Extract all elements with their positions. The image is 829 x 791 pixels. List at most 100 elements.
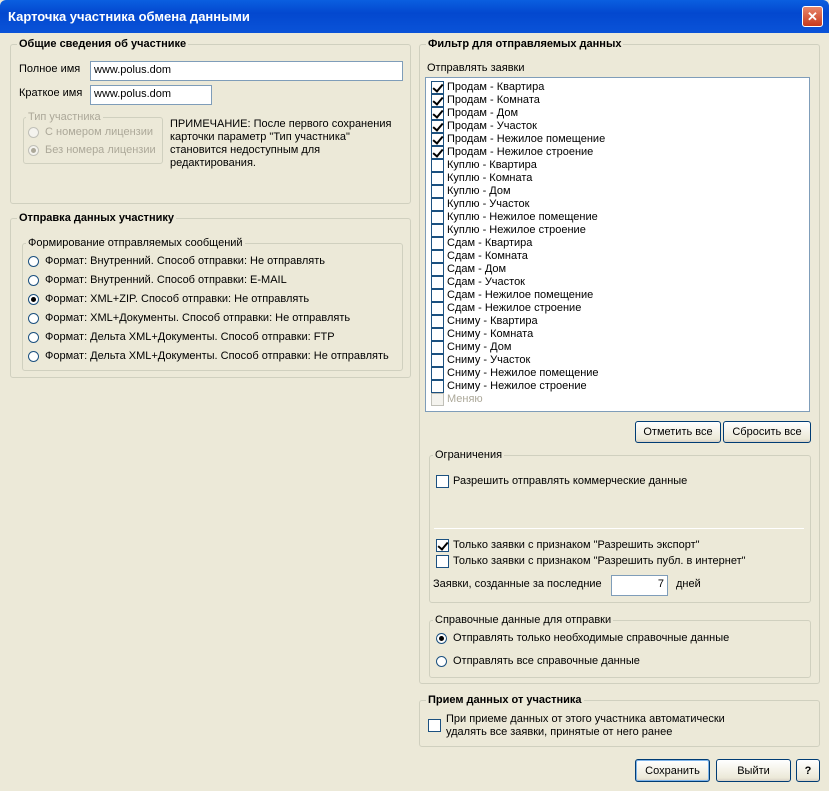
receive-title: Прием данных от участника <box>426 694 584 706</box>
filter-title: Фильтр для отправляемых данных <box>426 38 624 50</box>
only-export-label: Только заявки с признаком "Разрешить экс… <box>453 539 700 551</box>
request-type-label: Продам - Нежилое помещение <box>447 133 606 145</box>
type-license-radio[interactable] <box>28 127 39 138</box>
limits-divider <box>434 528 804 529</box>
reference-title: Справочные данные для отправки <box>433 614 614 626</box>
request-type-label: Куплю - Дом <box>447 185 511 197</box>
reference-all-label: Отправлять все справочные данные <box>453 655 640 667</box>
request-type-checkbox[interactable] <box>431 393 444 406</box>
request-type-label: Продам - Комната <box>447 94 540 106</box>
request-type-checkbox[interactable] <box>431 81 444 94</box>
window-title: Карточка участника обмена данными <box>8 9 250 24</box>
participant-type-group <box>23 117 163 164</box>
request-type-label: Сниму - Дом <box>447 341 512 353</box>
request-type-checkbox[interactable] <box>431 185 444 198</box>
format-radio-3[interactable] <box>28 313 39 324</box>
allow-commercial-label: Разрешить отправлять коммерческие данные <box>453 475 688 487</box>
auto-delete-label-line1: При приеме данных от этого участника авт… <box>446 713 725 725</box>
only-public-label: Только заявки с признаком "Разрешить пуб… <box>453 555 746 567</box>
note-line-3: становится недоступным для <box>170 144 321 156</box>
request-type-checkbox[interactable] <box>431 263 444 276</box>
request-type-checkbox[interactable] <box>431 198 444 211</box>
reference-all-radio[interactable] <box>436 656 447 667</box>
full-name-label: Полное имя <box>19 63 81 75</box>
help-button[interactable]: ? <box>796 759 820 782</box>
request-type-checkbox[interactable] <box>431 354 444 367</box>
request-type-checkbox[interactable] <box>431 289 444 302</box>
format-label-3: Формат: XML+Документы. Способ отправки: … <box>45 312 351 324</box>
type-no-license-radio[interactable] <box>28 145 39 156</box>
reference-group <box>429 620 811 678</box>
auto-delete-checkbox[interactable] <box>428 719 441 732</box>
request-type-checkbox[interactable] <box>431 302 444 315</box>
request-type-label: Продам - Квартира <box>447 81 545 93</box>
only-export-checkbox[interactable] <box>436 539 449 552</box>
days-label: Заявки, созданные за последние <box>433 578 602 590</box>
save-button[interactable]: Сохранить <box>635 759 710 782</box>
request-type-checkbox[interactable] <box>431 224 444 237</box>
request-type-checkbox[interactable] <box>431 276 444 289</box>
close-button[interactable]: ✕ <box>802 6 823 27</box>
type-license-label: С номером лицензии <box>45 126 153 138</box>
note-line-1: ПРИМЕЧАНИЕ: После первого сохранения <box>170 118 392 130</box>
request-type-label: Сниму - Квартира <box>447 315 538 327</box>
format-label-2: Формат: XML+ZIP. Способ отправки: Не отп… <box>45 293 310 305</box>
request-type-checkbox[interactable] <box>431 172 444 185</box>
close-icon: ✕ <box>807 8 818 24</box>
request-type-label: Сниму - Комната <box>447 328 534 340</box>
full-name-input[interactable]: www.polus.dom <box>90 61 403 81</box>
days-input[interactable]: 7 <box>611 575 668 596</box>
format-radio-4[interactable] <box>28 332 39 343</box>
request-type-label: Куплю - Нежилое строение <box>447 224 586 236</box>
reference-required-radio[interactable] <box>436 633 447 644</box>
only-public-checkbox[interactable] <box>436 555 449 568</box>
request-type-label: Сниму - Участок <box>447 354 531 366</box>
request-type-label: Меняю <box>447 393 483 405</box>
auto-delete-label-line2: удалять все заявки, принятые от него ран… <box>446 726 673 738</box>
request-type-checkbox[interactable] <box>431 159 444 172</box>
request-type-checkbox[interactable] <box>431 367 444 380</box>
request-type-label: Продам - Участок <box>447 120 537 132</box>
short-name-input[interactable]: www.polus.dom <box>90 85 212 105</box>
request-type-checkbox[interactable] <box>431 328 444 341</box>
short-name-label: Краткое имя <box>19 87 83 99</box>
request-type-label: Куплю - Нежилое помещение <box>447 211 598 223</box>
request-types-list[interactable]: Продам - Квартира Продам - Комната Продам … <box>425 77 810 412</box>
request-type-checkbox[interactable] <box>431 120 444 133</box>
format-radio-5[interactable] <box>28 351 39 362</box>
request-type-checkbox[interactable] <box>431 315 444 328</box>
limits-title: Ограничения <box>433 449 505 461</box>
format-radio-1[interactable] <box>28 275 39 286</box>
format-radio-0[interactable] <box>28 256 39 267</box>
format-label-0: Формат: Внутренний. Способ отправки: Не … <box>45 255 326 267</box>
request-type-checkbox[interactable] <box>431 107 444 120</box>
request-type-label: Куплю - Квартира <box>447 159 537 171</box>
message-format-title: Формирование отправляемых сообщений <box>26 237 245 249</box>
request-type-label: Продам - Нежилое строение <box>447 146 594 158</box>
reference-required-label: Отправлять только необходимые справочные… <box>453 632 730 644</box>
send-data-title: Отправка данных участнику <box>17 212 176 224</box>
request-type-checkbox[interactable] <box>431 146 444 159</box>
format-label-4: Формат: Дельта XML+Документы. Способ отп… <box>45 331 335 343</box>
select-all-button[interactable]: Отметить все <box>635 421 721 443</box>
request-type-checkbox[interactable] <box>431 250 444 263</box>
exit-button[interactable]: Выйти <box>716 759 791 782</box>
request-type-checkbox[interactable] <box>431 237 444 250</box>
request-type-checkbox[interactable] <box>431 94 444 107</box>
request-type-checkbox[interactable] <box>431 133 444 146</box>
request-type-label: Сдам - Комната <box>447 250 528 262</box>
request-type-checkbox[interactable] <box>431 380 444 393</box>
request-type-label: Сниму - Нежилое помещение <box>447 367 599 379</box>
request-type-label: Сдам - Квартира <box>447 237 533 249</box>
type-no-license-label: Без номера лицензии <box>45 144 156 156</box>
request-type-label: Сдам - Нежилое строение <box>447 302 582 314</box>
request-type-checkbox[interactable] <box>431 211 444 224</box>
request-type-label: Сдам - Участок <box>447 276 525 288</box>
request-type-label: Сдам - Нежилое помещение <box>447 289 594 301</box>
format-radio-2[interactable] <box>28 294 39 305</box>
request-type-label: Сниму - Нежилое строение <box>447 380 587 392</box>
send-requests-label: Отправлять заявки <box>427 62 525 74</box>
reset-all-button[interactable]: Сбросить все <box>723 421 811 443</box>
request-type-checkbox[interactable] <box>431 341 444 354</box>
allow-commercial-checkbox[interactable] <box>436 475 449 488</box>
